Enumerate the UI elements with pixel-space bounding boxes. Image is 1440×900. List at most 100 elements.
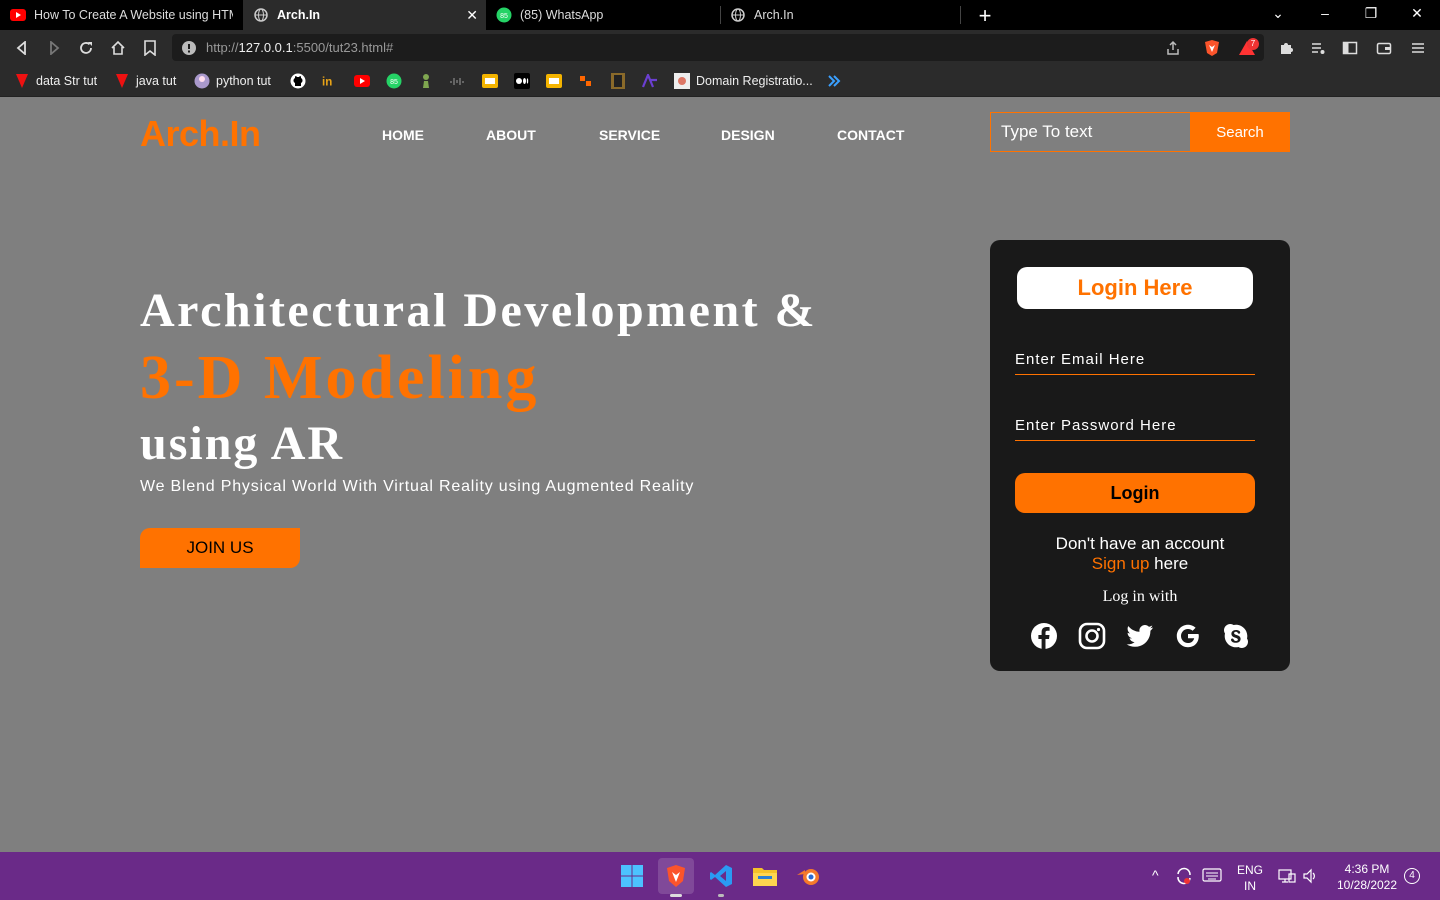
bookmark-slides-1[interactable] (482, 72, 504, 90)
bookmark-chess[interactable] (418, 72, 440, 90)
home-icon[interactable] (107, 37, 129, 59)
sync-icon[interactable] (1174, 866, 1194, 889)
windows-taskbar: ^ ENG IN 4:36 PM 10/28/2022 4 (0, 852, 1440, 900)
hero-heading-line2: 3-D Modeling (140, 344, 540, 412)
bookmark-java-tut[interactable]: java tut (114, 72, 176, 90)
tab-strip: How To Create A Website using HTML Arch.… (0, 0, 1440, 30)
clock-date: 10/28/2022 (1336, 878, 1398, 892)
github-icon (290, 73, 306, 89)
bookmark-medium[interactable] (514, 72, 536, 90)
purple-logo-icon (642, 73, 658, 89)
instagram-icon[interactable] (1078, 622, 1106, 650)
password-field[interactable] (1015, 411, 1255, 441)
google-icon[interactable] (1174, 622, 1202, 650)
site-logo[interactable]: Arch.In (140, 113, 261, 155)
youtube-icon (10, 7, 26, 23)
forward-icon[interactable] (43, 37, 65, 59)
medium-icon (514, 73, 530, 89)
tab-list-chevron-icon[interactable]: ⌄ (1268, 5, 1288, 22)
reload-icon[interactable] (75, 37, 97, 59)
menu-icon[interactable] (1408, 38, 1428, 58)
vscode-icon[interactable] (703, 858, 739, 897)
signup-link[interactable]: Sign up (1092, 554, 1150, 573)
search-input[interactable] (990, 112, 1191, 152)
hero-heading-line1: Architectural Development & (140, 284, 818, 337)
tray-chevron-up-icon[interactable]: ^ (1152, 867, 1159, 883)
search-button[interactable]: Search (1190, 112, 1290, 152)
keyboard-icon[interactable] (1202, 868, 1222, 885)
whatsapp-icon: 85 (386, 73, 402, 89)
address-bar[interactable]: http://127.0.0.1:5500/tut23.html# 7 (172, 34, 1264, 61)
nav-service[interactable]: SERVICE (599, 127, 660, 143)
share-icon[interactable] (1164, 39, 1182, 57)
svg-text:in: in (322, 76, 332, 88)
email-field[interactable] (1015, 345, 1255, 375)
blender-icon[interactable] (791, 858, 827, 894)
bookmarks-bar: data Str tut java tut python tut in 85 D… (0, 65, 1440, 97)
cisco-icon (450, 73, 466, 89)
bookmark-label: python tut (216, 74, 271, 88)
close-window-icon[interactable]: ✕ (1407, 5, 1427, 22)
login-button[interactable]: Login (1015, 473, 1255, 513)
tab-arch-active[interactable]: Arch.In ✕ (243, 0, 486, 30)
bookmark-whatsapp[interactable]: 85 (386, 72, 408, 90)
url-text[interactable]: http://127.0.0.1:5500/tut23.html# (206, 40, 393, 55)
sidebar-icon[interactable] (1340, 38, 1360, 58)
facebook-icon[interactable] (1030, 622, 1058, 650)
svg-text:85: 85 (500, 13, 508, 20)
windows-start-icon[interactable] (614, 858, 650, 894)
bookmark-data-str-tut[interactable]: data Str tut (14, 72, 97, 90)
close-tab-icon[interactable]: ✕ (466, 7, 478, 24)
language-code: ENG (1236, 863, 1263, 877)
nav-home[interactable]: HOME (382, 127, 424, 143)
nav-design[interactable]: DESIGN (721, 127, 775, 143)
slides-icon (546, 73, 562, 89)
skype-icon[interactable] (1222, 622, 1250, 650)
region-code: IN (1244, 879, 1256, 893)
clock[interactable]: 4:36 PM 10/28/2022 (1334, 861, 1400, 893)
bookmark-python-tut[interactable]: python tut (194, 72, 271, 90)
brave-browser-icon[interactable] (658, 858, 694, 897)
back-icon[interactable] (11, 37, 33, 59)
bookmark-label: java tut (136, 74, 177, 88)
bookmark-book[interactable] (610, 72, 632, 90)
volume-icon[interactable] (1302, 868, 1320, 887)
bookmark-youtube[interactable] (354, 72, 376, 90)
bookmark-orange[interactable] (578, 72, 600, 90)
tab-title: Arch.In (277, 8, 321, 22)
minimize-icon[interactable]: – (1315, 5, 1335, 21)
playlist-icon[interactable] (1308, 38, 1328, 58)
file-explorer-icon[interactable] (747, 858, 783, 894)
no-account-text: Don't have an account (1055, 534, 1225, 553)
hero-subtitle: We Blend Physical World With Virtual Rea… (140, 478, 695, 495)
restore-icon[interactable]: ❐ (1361, 5, 1381, 22)
join-us-button[interactable]: JOIN US (140, 528, 300, 568)
language-indicator[interactable]: ENG IN (1236, 862, 1264, 894)
bookmark-github[interactable] (290, 72, 312, 90)
network-icon[interactable] (1278, 868, 1296, 887)
bookmark-icon[interactable] (139, 37, 161, 59)
notification-center-badge[interactable]: 4 (1404, 868, 1420, 884)
tab-divider (960, 6, 961, 24)
wallet-icon[interactable] (1374, 38, 1394, 58)
new-tab-button[interactable]: + (973, 3, 997, 29)
nav-about[interactable]: ABOUT (486, 127, 536, 143)
browser-toolbar: http://127.0.0.1:5500/tut23.html# 7 (0, 30, 1440, 65)
site-info-icon[interactable] (180, 39, 198, 57)
twitter-icon[interactable] (1126, 622, 1154, 650)
bookmark-in[interactable]: in (322, 72, 344, 90)
bookmark-slides-2[interactable] (546, 72, 568, 90)
globe-icon (253, 7, 269, 23)
extensions-icon[interactable] (1276, 38, 1296, 58)
tab-arch[interactable]: Arch.In (720, 0, 960, 30)
bookmark-domain-registration[interactable]: Domain Registratio... (674, 72, 813, 90)
tab-youtube[interactable]: How To Create A Website using HTML (0, 0, 243, 30)
bookmarks-overflow[interactable] (826, 72, 848, 90)
bookmark-label: Domain Registratio... (696, 74, 813, 88)
nav-contact[interactable]: CONTACT (837, 127, 904, 143)
bookmark-purple[interactable] (642, 72, 664, 90)
tab-whatsapp[interactable]: 85 (85) WhatsApp (486, 0, 720, 30)
bookmark-cisco[interactable] (450, 72, 472, 90)
brave-shield-icon[interactable] (1203, 39, 1221, 57)
bookmark-label: data Str tut (36, 74, 98, 88)
